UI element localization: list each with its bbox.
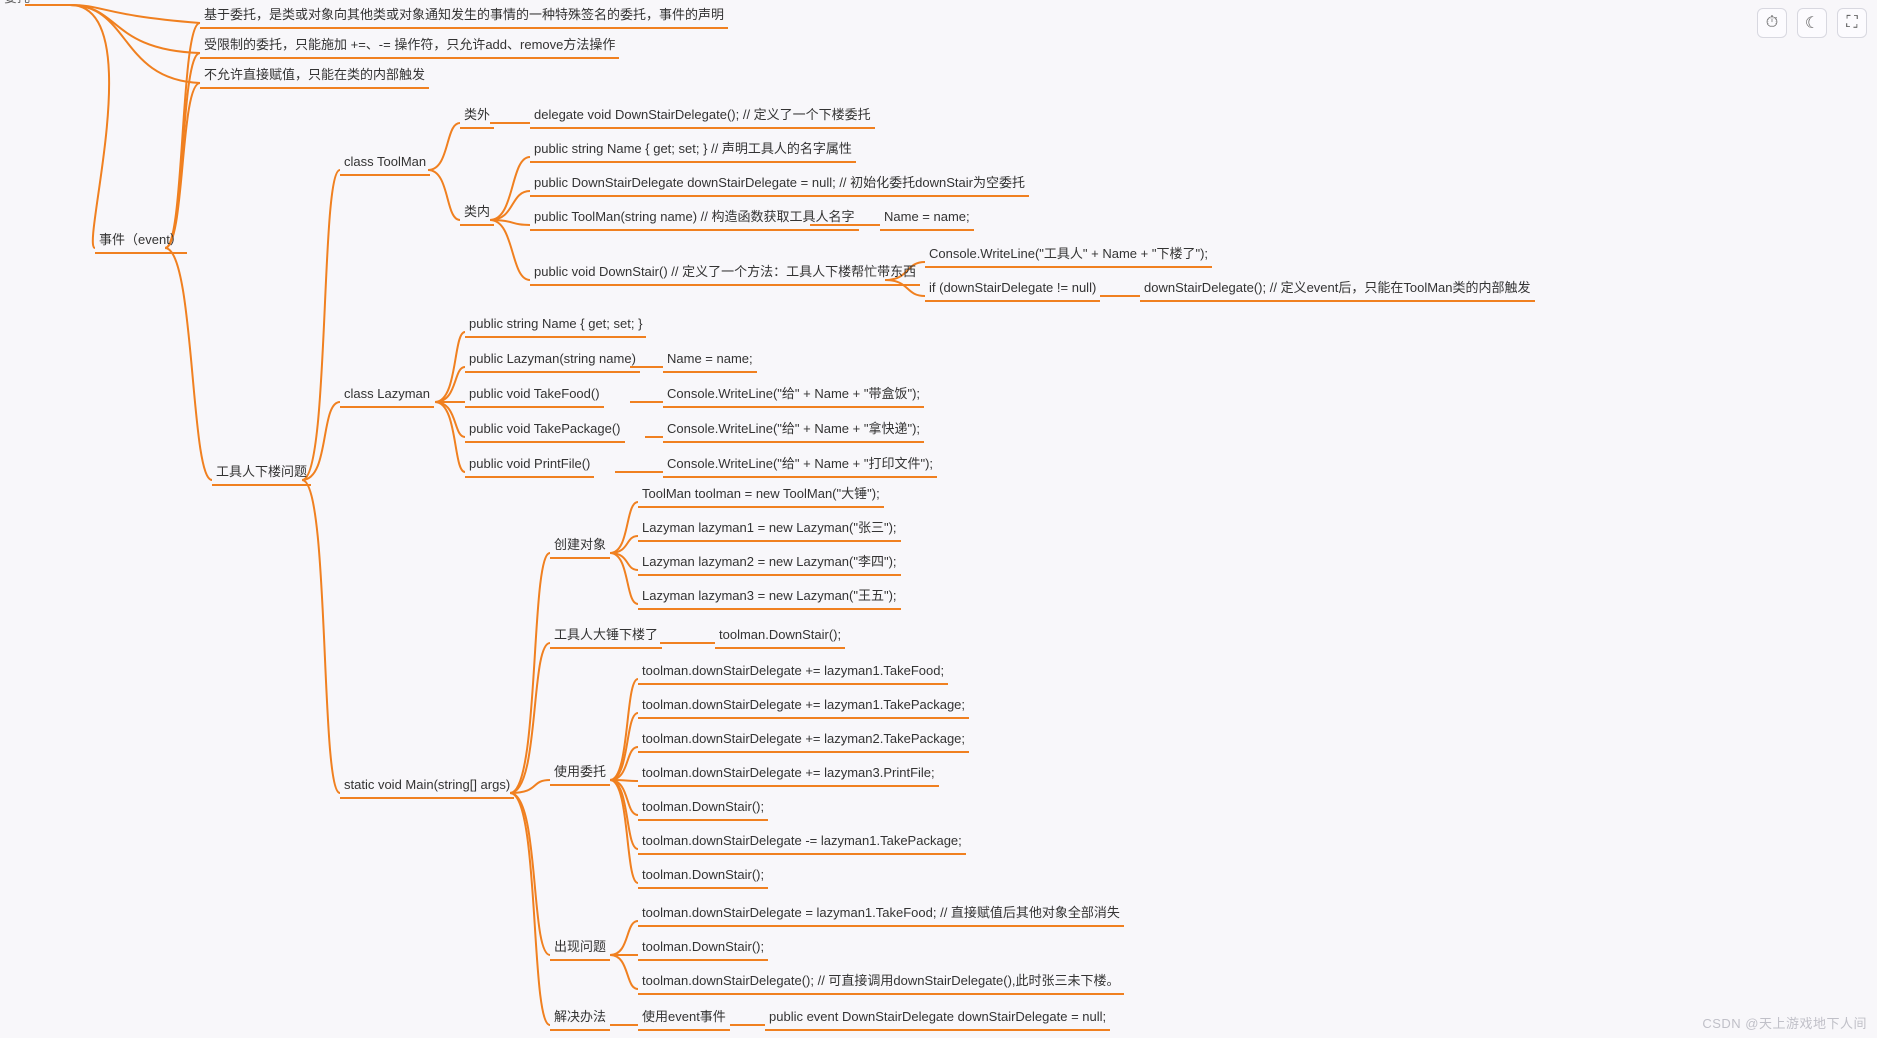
node-lazyman[interactable]: class Lazyman [340,382,434,408]
solve-step[interactable]: 使用event事件 [638,1005,730,1031]
inside-method[interactable]: public void DownStair() // 定义了一个方法：工具人下楼… [530,260,920,286]
inside-line-1[interactable]: public string Name { get; set; } // 声明工具… [530,137,856,163]
use-4[interactable]: toolman.DownStair(); [638,795,768,821]
node-toolman[interactable]: class ToolMan [340,150,430,176]
node-go[interactable]: 工具人大锤下楼了 [550,623,662,649]
node-outside[interactable]: 类外 [460,103,494,129]
lazy-body-4[interactable]: Console.WriteLine("给" + Name + "打印文件"); [663,452,937,478]
outside-code[interactable]: delegate void DownStairDelegate(); // 定义… [530,103,875,129]
use-3[interactable]: toolman.downStairDelegate += lazyman3.Pr… [638,761,939,787]
fullscreen-icon: ⛶ [1846,14,1857,32]
solve-code[interactable]: public event DownStairDelegate downStair… [765,1005,1110,1031]
event-desc-2[interactable]: 受限制的委托，只能施加 +=、-= 操作符，只允许add、remove方法操作 [200,33,619,59]
node-solve[interactable]: 解决办法 [550,1005,610,1031]
fullscreen-button[interactable]: ⛶ [1837,8,1867,38]
event-desc-3[interactable]: 不允许直接赋值，只能在类的内部触发 [200,63,429,89]
node-example[interactable]: 工具人下楼问题 [212,460,311,486]
method-body2a[interactable]: if (downStairDelegate != null) [925,276,1100,302]
timer-icon: ⏱ [1766,14,1778,32]
lazy-line-0[interactable]: public string Name { get; set; } [465,312,646,338]
create-1[interactable]: Lazyman lazyman1 = new Lazyman("张三"); [638,516,901,542]
lazy-line-4[interactable]: public void PrintFile() [465,452,594,478]
watermark: CSDN @天上游戏地下人间 [1702,1013,1867,1032]
node-main[interactable]: static void Main(string[] args) [340,773,514,799]
event-desc-1[interactable]: 基于委托，是类或对象向其他类或对象通知发生的事情的一种特殊签名的委托，事件的声明 [200,3,728,29]
node-inside[interactable]: 类内 [460,200,494,226]
prob-0[interactable]: toolman.downStairDelegate = lazyman1.Tak… [638,901,1124,927]
node-problem[interactable]: 出现问题 [550,935,610,961]
lazy-line-3[interactable]: public void TakePackage() [465,417,625,443]
theme-button[interactable]: ☾ [1797,8,1827,38]
timer-button[interactable]: ⏱ [1757,8,1787,38]
create-2[interactable]: Lazyman lazyman2 = new Lazyman("李四"); [638,550,901,576]
use-6[interactable]: toolman.DownStair(); [638,863,768,889]
node-event[interactable]: 事件（event） [95,228,187,254]
prob-1[interactable]: toolman.DownStair(); [638,935,768,961]
inside-line-2[interactable]: public DownStairDelegate downStairDelega… [530,171,1029,197]
use-2[interactable]: toolman.downStairDelegate += lazyman2.Ta… [638,727,969,753]
create-0[interactable]: ToolMan toolman = new ToolMan("大锤"); [638,482,884,508]
lazy-line-1[interactable]: public Lazyman(string name) [465,347,640,373]
root-partial: 委托 [0,0,34,10]
create-3[interactable]: Lazyman lazyman3 = new Lazyman("王五"); [638,584,901,610]
moon-icon: ☾ [1805,13,1819,33]
use-0[interactable]: toolman.downStairDelegate += lazyman1.Ta… [638,659,948,685]
lazy-body-3[interactable]: Console.WriteLine("给" + Name + "拿快递"); [663,417,924,443]
toolbar: ⏱ ☾ ⛶ [1757,8,1867,38]
go-body[interactable]: toolman.DownStair(); [715,623,845,649]
lazy-line-2[interactable]: public void TakeFood() [465,382,604,408]
method-body1[interactable]: Console.WriteLine("工具人" + Name + "下楼了"); [925,242,1212,268]
use-1[interactable]: toolman.downStairDelegate += lazyman1.Ta… [638,693,969,719]
use-5[interactable]: toolman.downStairDelegate -= lazyman1.Ta… [638,829,966,855]
lazy-body-2[interactable]: Console.WriteLine("给" + Name + "带盒饭"); [663,382,924,408]
prob-2[interactable]: toolman.downStairDelegate(); // 可直接调用dow… [638,969,1124,995]
inside-ctor-body[interactable]: Name = name; [880,205,974,231]
node-create[interactable]: 创建对象 [550,533,610,559]
lazy-body-1[interactable]: Name = name; [663,347,757,373]
inside-ctor[interactable]: public ToolMan(string name) // 构造函数获取工具人… [530,205,859,231]
node-use[interactable]: 使用委托 [550,760,610,786]
method-body2b[interactable]: downStairDelegate(); // 定义event后，只能在Tool… [1140,276,1535,302]
